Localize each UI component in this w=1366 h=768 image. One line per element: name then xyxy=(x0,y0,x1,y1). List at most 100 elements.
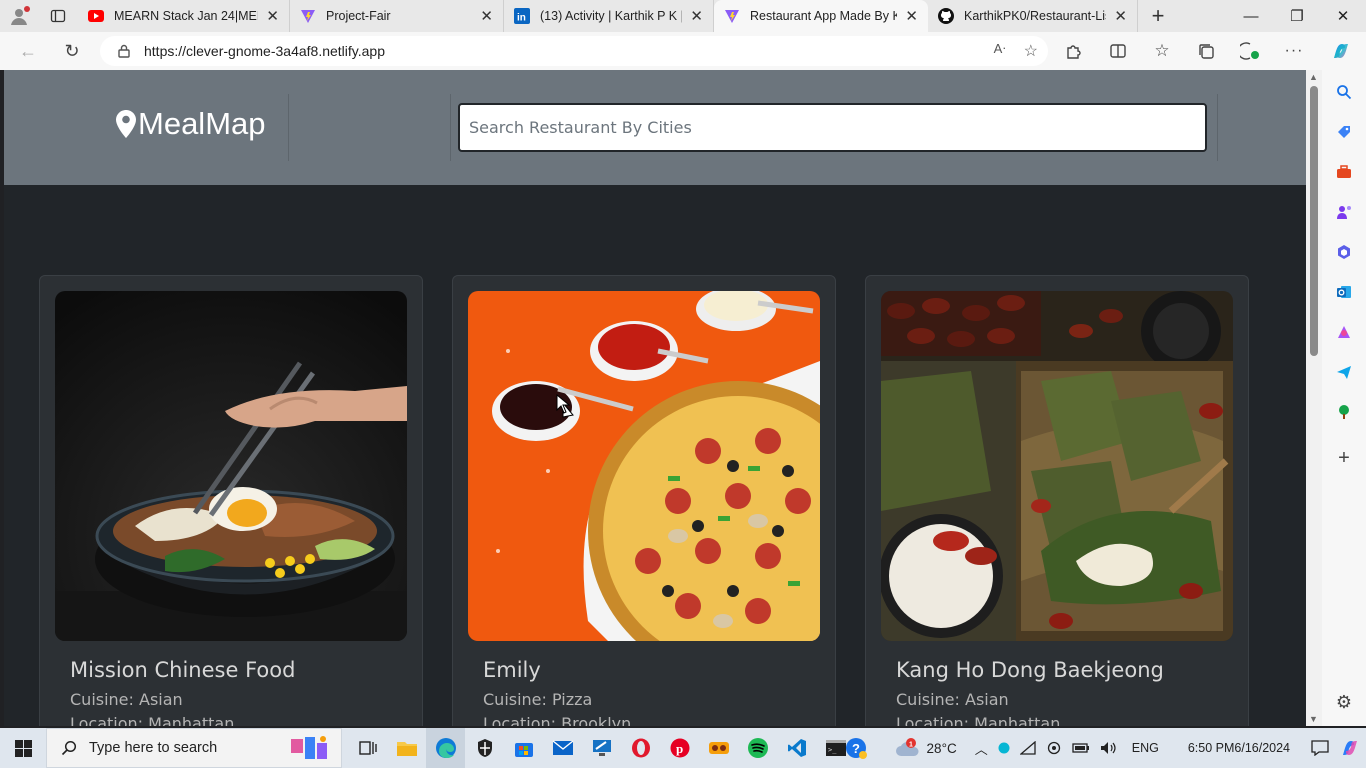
pinterest-icon[interactable]: p xyxy=(660,728,699,768)
copilot-icon[interactable] xyxy=(1316,32,1366,70)
task-view-icon[interactable] xyxy=(348,728,387,768)
remote-desktop-icon[interactable] xyxy=(582,728,621,768)
start-button[interactable] xyxy=(0,728,46,768)
page-scrollbar[interactable]: ▲ ▼ xyxy=(1306,70,1322,726)
restaurant-cuisine: Cuisine: Asian xyxy=(896,690,1009,709)
clock-date: 6/16/2024 xyxy=(1234,741,1290,755)
svg-text:p: p xyxy=(676,741,683,756)
address-bar[interactable]: https://clever-gnome-3a4af8.netlify.app … xyxy=(100,36,1048,66)
designer-icon[interactable] xyxy=(1322,312,1366,352)
tab-youtube[interactable]: MEARN Stack Jan 24|MERN ✕ xyxy=(78,0,290,32)
restaurant-image[interactable] xyxy=(55,291,407,641)
system-clock[interactable]: 6:50 PM 6/16/2024 xyxy=(1180,728,1298,768)
scroll-down-icon[interactable]: ▼ xyxy=(1309,714,1318,724)
restaurant-name[interactable]: Kang Ho Dong Baekjeong xyxy=(896,658,1164,682)
notifications-icon[interactable] xyxy=(1306,728,1334,768)
restaurant-image[interactable] xyxy=(881,291,1233,641)
back-button[interactable]: ← xyxy=(8,32,48,70)
youtube-icon xyxy=(88,8,104,24)
browser-essentials-icon[interactable] xyxy=(1228,32,1272,70)
close-tab-icon[interactable]: ✕ xyxy=(266,7,279,25)
vscode-icon[interactable] xyxy=(777,728,816,768)
tree-icon[interactable] xyxy=(1322,392,1366,432)
send-icon[interactable] xyxy=(1322,352,1366,392)
restaurant-location: Location: Brooklyn xyxy=(483,714,632,726)
tools-icon[interactable] xyxy=(1322,152,1366,192)
shopping-tag-icon[interactable] xyxy=(1322,112,1366,152)
github-icon xyxy=(938,8,954,24)
games-icon[interactable] xyxy=(1322,192,1366,232)
restaurant-image[interactable] xyxy=(468,291,820,641)
close-tab-icon[interactable]: ✕ xyxy=(690,7,703,25)
restaurant-card[interactable]: Kang Ho Dong Baekjeong Cuisine: Asian Lo… xyxy=(865,275,1249,726)
microsoft-365-icon[interactable] xyxy=(1322,232,1366,272)
favorite-star-icon[interactable]: ☆ xyxy=(1024,41,1038,61)
sidebar-settings-icon[interactable]: ⚙ xyxy=(1322,682,1366,722)
logo-text: MealMap xyxy=(138,106,266,141)
tab-restaurant-app[interactable]: Restaurant App Made By Ka ✕ xyxy=(714,0,928,32)
new-tab-button[interactable]: + xyxy=(1138,3,1178,29)
restaurant-card[interactable]: Mission Chinese Food Cuisine: Asian Loca… xyxy=(39,275,423,726)
more-options-icon[interactable]: ··· xyxy=(1272,32,1316,70)
tab-project-fair[interactable]: Project-Fair ✕ xyxy=(290,0,504,32)
file-explorer-icon[interactable] xyxy=(387,728,426,768)
refresh-button[interactable]: ↻ xyxy=(52,32,92,70)
app-status-icon[interactable] xyxy=(993,728,1015,768)
add-sidebar-app-icon[interactable]: + xyxy=(1322,438,1366,478)
search-highlight-icon xyxy=(291,736,327,759)
header-divider xyxy=(1217,94,1218,161)
outlook-icon[interactable] xyxy=(1322,272,1366,312)
extensions-icon[interactable] xyxy=(1052,32,1096,70)
url-text: https://clever-gnome-3a4af8.netlify.app xyxy=(144,43,385,59)
svg-text:in: in xyxy=(517,13,526,24)
read-aloud-icon[interactable]: Aᐧ xyxy=(994,41,1006,61)
close-window-button[interactable]: ✕ xyxy=(1320,0,1366,32)
spotify-icon[interactable] xyxy=(738,728,777,768)
split-screen-icon[interactable] xyxy=(1096,32,1140,70)
site-logo[interactable]: MealMap xyxy=(116,106,266,142)
taskbar-search-placeholder: Type here to search xyxy=(89,740,218,756)
restaurant-name[interactable]: Mission Chinese Food xyxy=(70,658,295,682)
tab-linkedin[interactable]: in (13) Activity | Karthik P K | Li ✕ xyxy=(504,0,714,32)
network-icon[interactable] xyxy=(1015,728,1041,768)
restaurant-card[interactable]: Emily Cuisine: Pizza Location: Brooklyn xyxy=(452,275,836,726)
scrollbar-thumb[interactable] xyxy=(1310,86,1318,356)
close-tab-icon[interactable]: ✕ xyxy=(905,7,918,25)
svg-text:?: ? xyxy=(852,741,860,756)
restaurant-cuisine: Cuisine: Asian xyxy=(70,690,183,709)
search-icon[interactable] xyxy=(1322,72,1366,112)
taskbar-search-box[interactable]: Type here to search xyxy=(46,728,342,768)
microsoft-store-icon[interactable] xyxy=(504,728,543,768)
windows-taskbar: Type here to search p >_ ? 1 28°C ︿ ENG … xyxy=(0,728,1366,768)
minimize-icon: — xyxy=(1243,7,1259,25)
profile-button[interactable] xyxy=(0,0,38,32)
favorites-icon[interactable]: ☆ xyxy=(1140,32,1184,70)
close-tab-icon[interactable]: ✕ xyxy=(1114,7,1127,25)
tab-github[interactable]: KarthikPK0/Restaurant-Listi ✕ xyxy=(928,0,1138,32)
edge-browser-icon[interactable] xyxy=(426,728,465,768)
tab-actions-button[interactable] xyxy=(38,0,78,32)
restaurant-name[interactable]: Emily xyxy=(483,658,541,682)
restore-button[interactable]: ❐ xyxy=(1274,0,1320,32)
weather-widget[interactable]: 1 28°C xyxy=(890,728,962,768)
language-indicator[interactable]: ENG xyxy=(1127,728,1164,768)
map-pin-icon xyxy=(116,110,136,138)
security-icon[interactable] xyxy=(465,728,504,768)
battery-icon[interactable] xyxy=(1067,728,1095,768)
collections-icon[interactable] xyxy=(1184,32,1228,70)
help-icon[interactable]: ? xyxy=(840,728,872,768)
tab-title: Project-Fair xyxy=(326,9,391,23)
close-tab-icon[interactable]: ✕ xyxy=(480,7,493,25)
volume-icon[interactable] xyxy=(1095,728,1121,768)
clock-time: 6:50 PM xyxy=(1187,741,1235,755)
tab-title: (13) Activity | Karthik P K | Li xyxy=(540,9,683,23)
scroll-up-icon[interactable]: ▲ xyxy=(1309,72,1318,82)
opera-browser-icon[interactable] xyxy=(621,728,660,768)
city-search-input[interactable] xyxy=(458,103,1207,152)
copilot-taskbar-icon[interactable] xyxy=(1334,728,1366,768)
mail-icon[interactable] xyxy=(543,728,582,768)
show-hidden-icons-button[interactable]: ︿ xyxy=(970,728,993,768)
minimize-button[interactable]: — xyxy=(1228,0,1274,32)
camera-icon[interactable] xyxy=(1041,728,1067,768)
game-app-icon[interactable] xyxy=(699,728,738,768)
